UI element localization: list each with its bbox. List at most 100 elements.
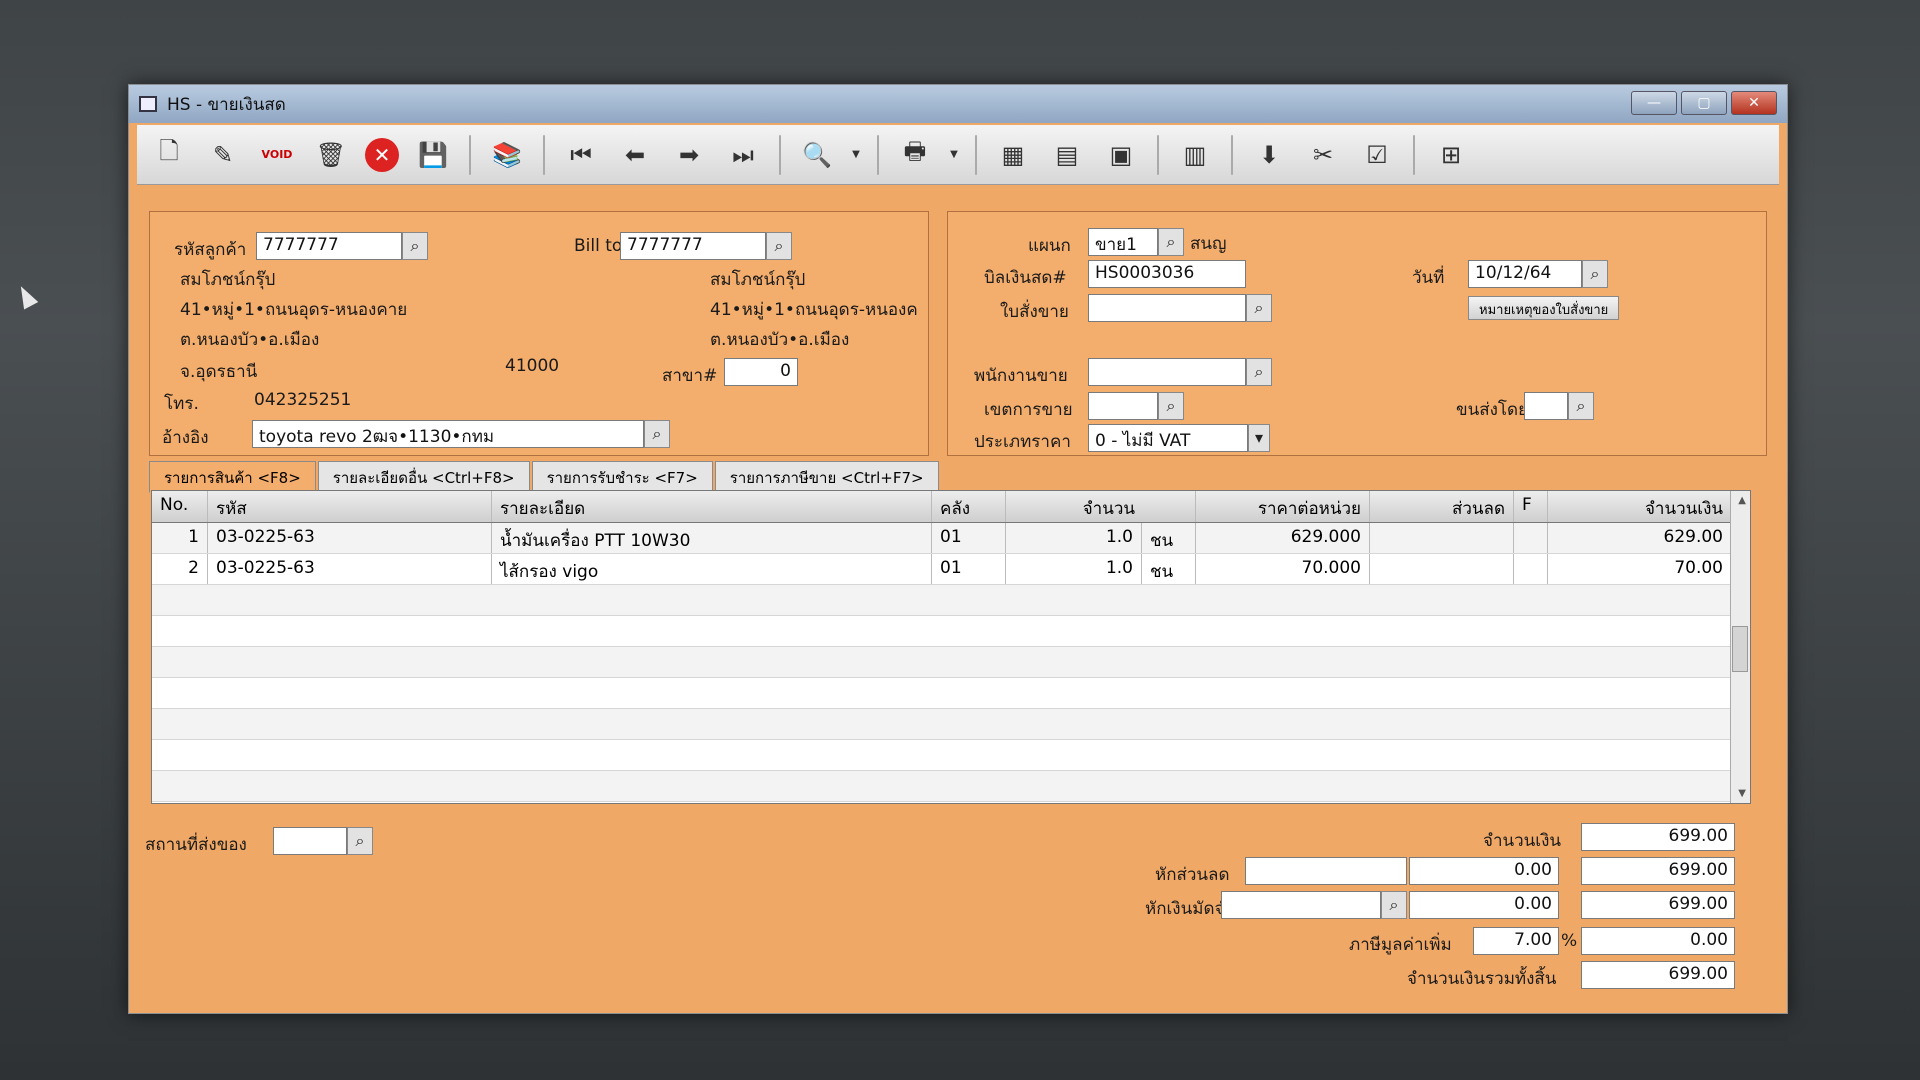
grid-scrollbar[interactable]: ▲ ▼	[1730, 491, 1750, 803]
tab-bar: รายการสินค้า <F8> รายละเอียดอื่น <Ctrl+F…	[149, 461, 941, 493]
col-no[interactable]: No.	[152, 491, 208, 522]
table-row[interactable]: 2 03-0225-63 ไส้กรอง vigo 01 1.0 ชน 70.0…	[152, 554, 1732, 585]
customer-code-input[interactable]: 7777777	[256, 232, 402, 260]
table-row[interactable]	[152, 740, 1730, 771]
table-row[interactable]	[152, 709, 1730, 740]
amount-value: 699.00	[1581, 823, 1735, 851]
last-icon[interactable]: ⏭	[723, 135, 763, 175]
delivery-location-input[interactable]	[273, 827, 347, 855]
grand-total-label: จำนวนเงินรวมทั้งสิ้น	[1407, 969, 1557, 989]
print-dropdown-icon[interactable]: ▼	[949, 135, 959, 175]
scroll-up-icon[interactable]: ▲	[1738, 495, 1746, 506]
next-icon[interactable]: ➡	[669, 135, 709, 175]
bill-number-input[interactable]: HS0003036	[1088, 260, 1246, 288]
billto-search-icon[interactable]: ⌕	[766, 232, 792, 260]
toolbar-separator	[1413, 134, 1415, 175]
row-amount: 70.00	[1548, 554, 1732, 584]
col-code[interactable]: รหัส	[208, 491, 492, 522]
tools-icon[interactable]: ✂	[1303, 135, 1343, 175]
delete-icon[interactable]: 🗑	[311, 135, 351, 175]
scroll-down-icon[interactable]: ▼	[1738, 788, 1746, 799]
minimize-button[interactable]: —	[1631, 91, 1677, 115]
reference-search-icon[interactable]: ⌕	[644, 420, 670, 448]
table-row[interactable]	[152, 585, 1730, 616]
col-price[interactable]: ราคาต่อหน่วย	[1196, 491, 1370, 522]
preview-dropdown-icon[interactable]: ▼	[851, 135, 861, 175]
table-row[interactable]: 1 03-0225-63 น้ำมันเครื่อง PTT 10W30 01 …	[152, 523, 1732, 554]
discount-input[interactable]	[1245, 857, 1407, 885]
ok-icon[interactable]: ☑	[1357, 135, 1397, 175]
tab-details[interactable]: รายละเอียดอื่น <Ctrl+F8>	[317, 461, 530, 491]
deposit-search-icon[interactable]: ⌕	[1381, 891, 1407, 919]
save-icon[interactable]: 💾	[413, 135, 453, 175]
shipping-input[interactable]	[1524, 392, 1568, 420]
scroll-thumb[interactable]	[1732, 626, 1748, 672]
edit-icon[interactable]: ✎	[203, 135, 243, 175]
department-input[interactable]: ขาย1	[1088, 228, 1158, 256]
network-icon[interactable]: ⊞	[1431, 135, 1471, 175]
date-picker-icon[interactable]: ⌕	[1582, 260, 1608, 288]
vat-percent: %	[1561, 931, 1578, 951]
sales-zone-input[interactable]	[1088, 392, 1158, 420]
salesperson-search-icon[interactable]: ⌕	[1246, 358, 1272, 386]
print-icon[interactable]: 🖶	[895, 135, 935, 175]
chevron-down-icon[interactable]: ▾	[1248, 424, 1270, 452]
tab-tax[interactable]: รายการภาษีขาย <Ctrl+F7>	[714, 461, 939, 491]
sales-order-label: ใบสั่งขาย	[1000, 302, 1069, 322]
maximize-button[interactable]: ▢	[1681, 91, 1727, 115]
col-discount[interactable]: ส่วนลด	[1370, 491, 1514, 522]
department-search-icon[interactable]: ⌕	[1158, 228, 1184, 256]
deposit-value: 0.00	[1409, 891, 1559, 919]
tab-payments[interactable]: รายการรับชำระ <F7>	[531, 461, 713, 491]
tab-items[interactable]: รายการสินค้า <F8>	[149, 461, 316, 493]
row-price: 70.000	[1196, 554, 1370, 584]
preview-icon[interactable]: 🔍	[797, 135, 837, 175]
table-row[interactable]	[152, 616, 1730, 647]
report-icon[interactable]: ▥	[1175, 135, 1215, 175]
row-amount: 629.00	[1548, 523, 1732, 553]
reference-input[interactable]: toyota revo 2ฒจ•1130•กทม	[252, 420, 644, 448]
register-icon[interactable]: ▤	[1047, 135, 1087, 175]
row-qty: 1.0	[1006, 523, 1142, 553]
row-warehouse: 01	[932, 523, 1006, 553]
deposit-input[interactable]	[1221, 891, 1381, 919]
void-icon[interactable]: VOID	[257, 135, 297, 175]
col-amount[interactable]: จำนวนเงิน	[1548, 491, 1732, 522]
branch-input[interactable]: 0	[724, 358, 798, 386]
customer-name: สมโภชน์กรุ๊ป	[180, 270, 276, 290]
approve-icon[interactable]: ⬇	[1249, 135, 1289, 175]
sales-zone-search-icon[interactable]: ⌕	[1158, 392, 1184, 420]
cancel-icon[interactable]: ✕	[365, 137, 399, 172]
delivery-search-icon[interactable]: ⌕	[347, 827, 373, 855]
toolbar-separator	[1157, 134, 1159, 175]
vat-label: ภาษีมูลค่าเพิ่ม	[1349, 935, 1452, 955]
date-input[interactable]: 10/12/64	[1468, 260, 1582, 288]
sales-order-input[interactable]	[1088, 294, 1246, 322]
vat-value: 0.00	[1581, 927, 1735, 955]
order-note-button[interactable]: หมายเหตุของใบสั่งขาย	[1468, 296, 1620, 320]
department-name: สนญ	[1190, 234, 1227, 254]
attach-icon[interactable]: 📚	[487, 135, 527, 175]
first-icon[interactable]: ⏮	[561, 135, 601, 175]
col-warehouse[interactable]: คลัง	[932, 491, 1006, 522]
table-row[interactable]	[152, 771, 1730, 802]
billto-name: สมโภชน์กรุ๊ป	[710, 270, 806, 290]
vat-rate-input[interactable]: 7.00	[1473, 927, 1559, 955]
vat-icon[interactable]: ▣	[1101, 135, 1141, 175]
shipping-search-icon[interactable]: ⌕	[1568, 392, 1594, 420]
price-type-select[interactable]: 0 - ไม่มี VAT	[1088, 424, 1248, 452]
new-icon[interactable]: 🗋	[149, 135, 189, 175]
prev-icon[interactable]: ⬅	[615, 135, 655, 175]
sales-order-search-icon[interactable]: ⌕	[1246, 294, 1272, 322]
salesperson-input[interactable]	[1088, 358, 1246, 386]
col-desc[interactable]: รายละเอียด	[492, 491, 932, 522]
billto-code-input[interactable]: 7777777	[620, 232, 766, 260]
col-flag[interactable]: F	[1514, 491, 1548, 522]
calc-icon[interactable]: ▦	[993, 135, 1033, 175]
customer-search-icon[interactable]: ⌕	[402, 232, 428, 260]
row-qty: 1.0	[1006, 554, 1142, 584]
table-row[interactable]	[152, 678, 1730, 709]
col-qty[interactable]: จำนวน	[1006, 491, 1196, 522]
table-row[interactable]	[152, 647, 1730, 678]
close-button[interactable]: ✕	[1731, 91, 1777, 115]
